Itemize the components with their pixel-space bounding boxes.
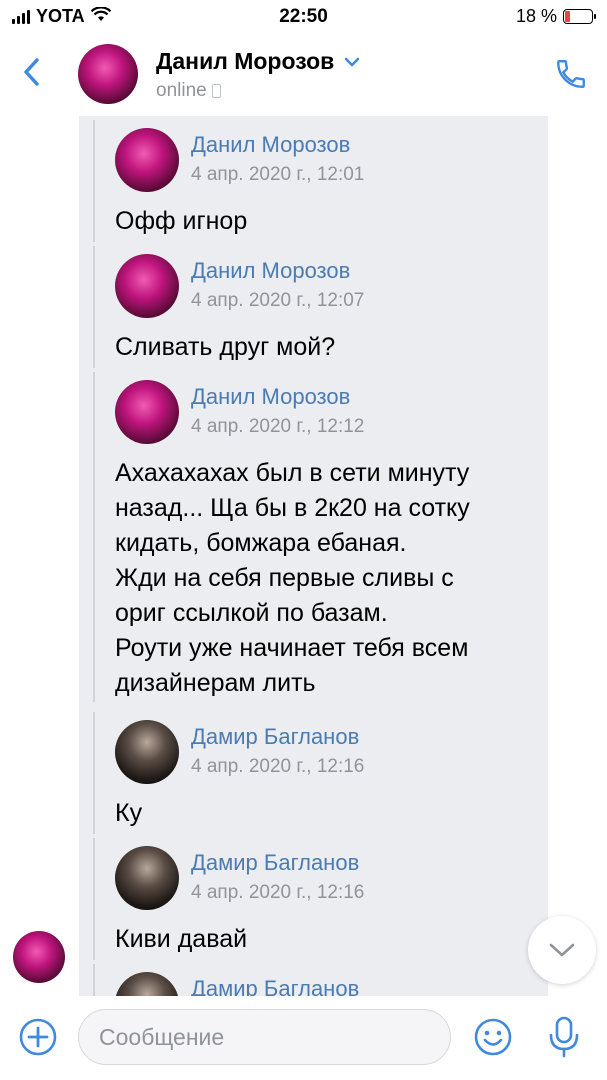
call-button[interactable] <box>551 54 591 94</box>
contact-status: online <box>156 80 221 102</box>
avatar[interactable] <box>115 972 179 996</box>
forwarded-message[interactable]: Дамир Багланов <box>93 964 543 996</box>
message-date: 4 апр. 2020 г., 12:16 <box>191 756 365 777</box>
forwarded-message[interactable]: Данил Морозов 4 апр. 2020 г., 12:01 Офф … <box>93 120 543 242</box>
forward-bar <box>93 712 95 834</box>
message-date: 4 апр. 2020 г., 12:01 <box>191 164 365 185</box>
avatar[interactable] <box>115 380 179 444</box>
forward-bar <box>93 246 95 368</box>
message-input[interactable] <box>78 1009 451 1065</box>
message-text: Ку <box>115 799 143 827</box>
message-composer <box>0 997 607 1080</box>
forwarded-message[interactable]: Дамир Багланов 4 апр. 2020 г., 12:16 Кив… <box>93 838 543 960</box>
battery-icon <box>563 9 596 24</box>
forwarded-messages[interactable]: Данил Морозов 4 апр. 2020 г., 12:01 Офф … <box>79 116 548 996</box>
chevron-down-icon <box>549 943 575 957</box>
message-text: Сливать друг мой? <box>115 333 336 361</box>
chat-title[interactable]: Данил Морозов <box>156 48 360 75</box>
message-text: Киви давай <box>115 925 248 953</box>
message-date: 4 апр. 2020 г., 12:12 <box>191 416 365 437</box>
avatar[interactable] <box>115 254 179 318</box>
chat-header: Данил Морозов online <box>0 34 607 114</box>
forwarded-message[interactable]: Данил Морозов 4 апр. 2020 г., 12:12 Ахах… <box>93 372 543 702</box>
avatar[interactable] <box>78 44 138 104</box>
sender-avatar[interactable] <box>13 931 65 983</box>
message-author[interactable]: Данил Морозов <box>191 132 350 158</box>
plus-circle-icon <box>19 1018 57 1056</box>
message-text: Ахахахахах был в сети минуту назад... Ща… <box>115 459 470 697</box>
message-author[interactable]: Данил Морозов <box>191 258 350 284</box>
voice-message-button[interactable] <box>546 1015 582 1059</box>
status-bar: YOTA 22:50 18 % <box>0 0 607 34</box>
emoji-button[interactable] <box>473 1017 513 1057</box>
avatar[interactable] <box>115 720 179 784</box>
phone-icon <box>557 60 585 88</box>
message-text: Офф игнор <box>115 207 248 235</box>
mobile-phone-icon <box>211 84 221 98</box>
message-author[interactable]: Дамир Багланов <box>191 724 359 750</box>
scroll-to-bottom-button[interactable] <box>528 916 596 984</box>
message-author[interactable]: Дамир Багланов <box>191 850 359 876</box>
forward-bar <box>93 372 95 702</box>
attach-button[interactable] <box>18 1017 58 1057</box>
battery-percent: 18 % <box>515 6 557 26</box>
microphone-icon <box>549 1016 579 1058</box>
message-date: 4 апр. 2020 г., 12:16 <box>191 882 365 903</box>
forwarded-message[interactable]: Дамир Багланов 4 апр. 2020 г., 12:16 Ку <box>93 712 543 834</box>
status-right: 18 % <box>515 6 596 27</box>
forward-bar <box>93 120 95 242</box>
forwarded-message[interactable]: Данил Морозов 4 апр. 2020 г., 12:07 Слив… <box>93 246 543 368</box>
message-author[interactable]: Данил Морозов <box>191 384 350 410</box>
forward-bar <box>93 838 95 960</box>
avatar[interactable] <box>115 128 179 192</box>
back-button[interactable] <box>14 52 48 92</box>
message-date: 4 апр. 2020 г., 12:07 <box>191 290 365 311</box>
forward-bar <box>93 964 95 996</box>
message-author[interactable]: Дамир Багланов <box>191 976 359 996</box>
chevron-down-icon <box>344 57 360 66</box>
avatar[interactable] <box>115 846 179 910</box>
online-label: online <box>156 80 207 101</box>
smile-icon <box>474 1018 512 1056</box>
contact-name: Данил Морозов <box>156 48 335 74</box>
back-chevron-icon <box>24 58 39 86</box>
